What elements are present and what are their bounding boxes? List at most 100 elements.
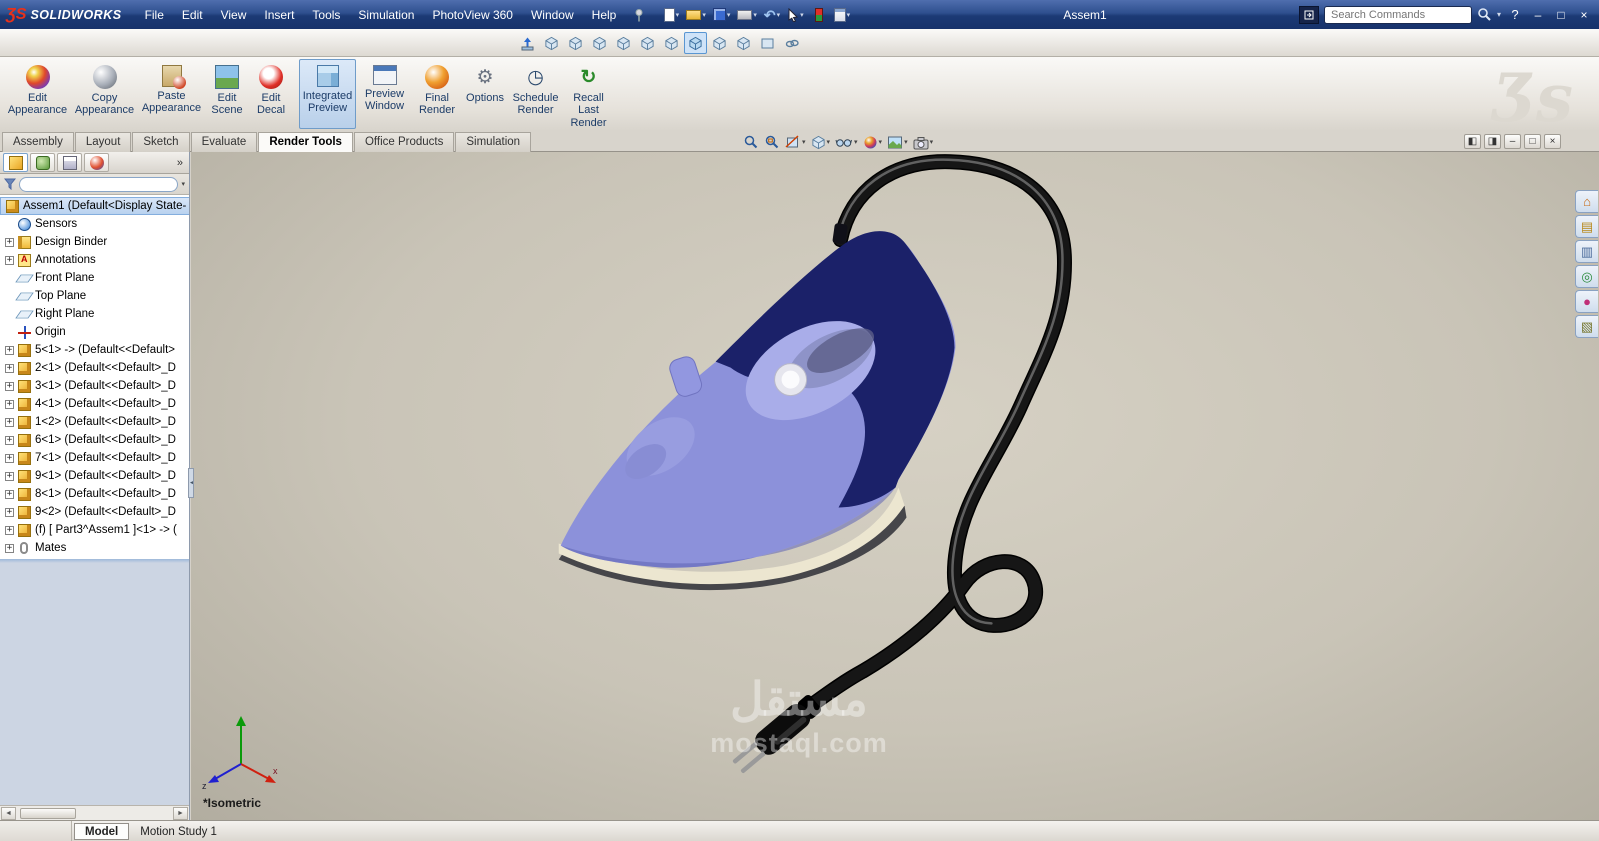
tree-item-component[interactable]: + 7<1> (Default<<Default>_D [0,449,189,467]
panel-horizontal-scrollbar[interactable]: ◄ ► [0,805,189,820]
tree-filter-input[interactable] [19,176,179,192]
tree-item-assembly-root[interactable]: Assem1 (Default<Display State- [0,197,189,215]
filter-caret-icon[interactable]: ▾ [181,180,185,188]
view-settings-button[interactable]: ▾ [912,133,935,151]
open-document-button[interactable]: ▾ [684,4,708,26]
restore-button[interactable]: □ [1552,8,1570,22]
expander-icon[interactable]: + [5,453,14,463]
tree-item-component[interactable]: + 2<1> (Default<<Default>_D [0,359,189,377]
expander-icon[interactable]: + [5,525,14,535]
view-back-button[interactable] [564,32,587,54]
menu-photoview360[interactable]: PhotoView 360 [423,4,522,26]
section-view-button[interactable]: ▾ [784,133,807,151]
tab-motion-study[interactable]: Motion Study 1 [129,823,228,840]
select-button[interactable]: ▾ [785,4,806,26]
featuremanager-tab[interactable] [3,153,28,172]
tree-item-component[interactable]: + 8<1> (Default<<Default>_D [0,485,189,503]
search-caret-icon[interactable]: ▾ [1497,10,1501,19]
expander-icon[interactable]: + [5,345,14,355]
file-properties-button[interactable]: ▾ [832,4,853,26]
tab-sketch[interactable]: Sketch [132,132,190,152]
tab-render-tools[interactable]: Render Tools [258,132,353,152]
edit-appearance-button[interactable]: Edit Appearance [4,59,71,129]
tab-evaluate[interactable]: Evaluate [190,132,258,152]
copy-appearance-button[interactable]: Copy Appearance [71,59,138,129]
graphics-viewport[interactable]: z x *Isometric مستقل mostaql.com [191,152,1599,820]
tree-item-front-plane[interactable]: Front Plane [0,269,189,287]
tab-layout[interactable]: Layout [74,132,132,152]
configurationmanager-tab[interactable] [57,153,82,172]
menu-simulation[interactable]: Simulation [349,4,423,26]
view-top-button[interactable] [636,32,659,54]
tab-assembly[interactable]: Assembly [2,132,74,152]
scrollbar-thumb[interactable] [20,807,76,819]
menu-view[interactable]: View [212,4,256,26]
menu-edit[interactable]: Edit [173,4,212,26]
displaymanager-tab[interactable] [84,153,109,172]
view-dimetric-button[interactable] [732,32,755,54]
search-pane-tab[interactable]: ◎ [1575,265,1598,288]
scroll-left-button[interactable]: ◄ [1,806,16,820]
rebuild-button[interactable] [809,4,829,26]
tree-item-right-plane[interactable]: Right Plane [0,305,189,323]
panel-splitter-handle[interactable]: ◄ [188,468,194,498]
edit-appearance-hud-button[interactable]: ▾ [862,133,884,151]
expander-icon[interactable]: + [5,363,14,373]
propertymanager-tab[interactable] [30,153,55,172]
preview-window-button[interactable]: Preview Window [356,59,413,129]
solidworks-resources-tab[interactable]: ⌂ [1575,190,1598,213]
menu-help[interactable]: Help [583,4,626,26]
menu-window[interactable]: Window [522,4,583,26]
expander-icon[interactable]: + [5,435,14,445]
appearances-scenes-tab[interactable]: ● [1575,290,1598,313]
edit-decal-button[interactable]: Edit Decal [249,59,293,129]
zoom-area-button[interactable] [763,133,781,151]
menu-insert[interactable]: Insert [255,4,303,26]
normal-to-button[interactable] [516,32,539,54]
close-button[interactable]: × [1575,8,1593,22]
options-button[interactable]: ⚙ Options [461,59,509,129]
scroll-right-button[interactable]: ► [173,806,188,820]
tree-item-top-plane[interactable]: Top Plane [0,287,189,305]
save-button[interactable]: ▾ [711,4,733,26]
search-input[interactable] [1323,5,1472,24]
tree-item-annotations[interactable]: + Annotations [0,251,189,269]
tree-item-component[interactable]: + 5<1> -> (Default<<Default> [0,341,189,359]
tree-item-component[interactable]: + 9<2> (Default<<Default>_D [0,503,189,521]
tree-item-design-binder[interactable]: + Design Binder [0,233,189,251]
expander-icon[interactable]: + [5,543,14,553]
pane-left-button[interactable]: ◧ [1464,134,1481,149]
expander-icon[interactable]: + [5,489,14,499]
tab-office-products[interactable]: Office Products [353,132,455,152]
tree-item-component[interactable]: + 6<1> (Default<<Default>_D [0,431,189,449]
integrated-preview-button[interactable]: Integrated Preview [299,59,356,129]
pin-icon[interactable] [633,8,645,22]
tree-item-sensors[interactable]: Sensors [0,215,189,233]
new-document-button[interactable]: ▾ [661,4,681,26]
expander-icon[interactable]: + [5,399,14,409]
file-explorer-tab[interactable]: ▥ [1575,240,1598,263]
viewport-minimize-button[interactable]: – [1504,134,1521,149]
tab-model[interactable]: Model [74,823,130,840]
view-isometric-button[interactable] [684,32,707,54]
menu-tools[interactable]: Tools [303,4,349,26]
search-icon[interactable] [1477,7,1492,22]
minimize-button[interactable]: – [1529,8,1547,22]
design-library-tab[interactable]: ▤ [1575,215,1598,238]
schedule-render-button[interactable]: ◷ Schedule Render [509,59,562,129]
pane-right-button[interactable]: ◨ [1484,134,1501,149]
apply-scene-button[interactable]: ▾ [886,133,909,151]
single-view-button[interactable] [756,32,779,54]
view-right-button[interactable] [612,32,635,54]
tree-item-component[interactable]: + 1<2> (Default<<Default>_D [0,413,189,431]
view-front-button[interactable] [540,32,563,54]
link-views-button[interactable] [780,32,803,54]
menu-file[interactable]: File [136,4,173,26]
expander-icon[interactable]: + [5,471,14,481]
help-button[interactable]: ? [1506,7,1524,22]
viewport-restore-button[interactable]: □ [1524,134,1541,149]
custom-properties-tab[interactable]: ▧ [1575,315,1598,338]
tree-item-fixed-part[interactable]: + (f) [ Part3^Assem1 ]<1> -> ( [0,521,189,539]
expander-icon[interactable]: + [5,237,14,247]
tree-item-component[interactable]: + 9<1> (Default<<Default>_D [0,467,189,485]
